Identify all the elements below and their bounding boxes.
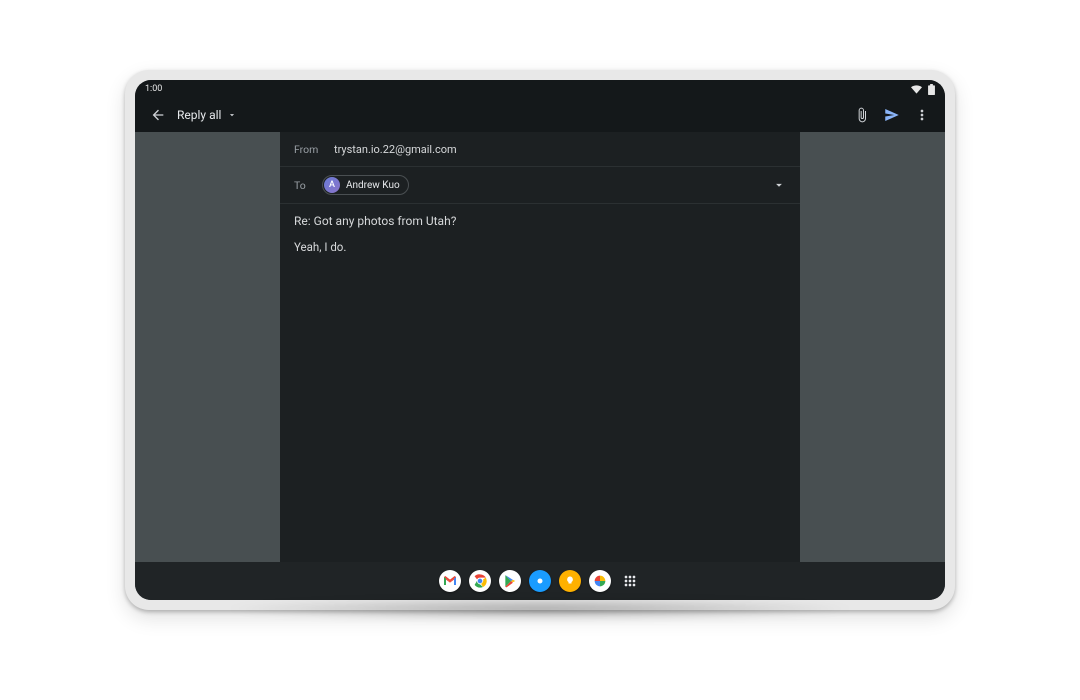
screen: 1:00 Reply all [135, 80, 945, 600]
header-title: Reply all [177, 108, 221, 122]
from-label: From [294, 143, 324, 156]
app-header: Reply all [135, 98, 945, 132]
to-label: To [294, 179, 312, 192]
expand-recipients-button[interactable] [772, 178, 786, 192]
gmail-app-icon[interactable] [439, 570, 461, 592]
attach-button[interactable] [847, 100, 877, 130]
from-row[interactable]: From trystan.io.22@gmail.com [280, 132, 800, 167]
status-bar: 1:00 [135, 80, 945, 98]
chrome-app-icon[interactable] [469, 570, 491, 592]
taskbar [135, 562, 945, 600]
tablet-frame: 1:00 Reply all [125, 70, 955, 610]
status-icons [911, 84, 935, 95]
recipient-chip[interactable]: A Andrew Kuo [322, 175, 409, 195]
recipient-name: Andrew Kuo [346, 180, 400, 191]
content-area: From trystan.io.22@gmail.com To A Andrew… [135, 132, 945, 600]
subject-field[interactable]: Re: Got any photos from Utah? [280, 204, 800, 236]
camera-app-icon[interactable] [529, 570, 551, 592]
wifi-icon [911, 85, 922, 94]
avatar: A [324, 177, 340, 193]
reply-mode-dropdown[interactable] [221, 100, 243, 130]
app-drawer-button[interactable] [619, 570, 641, 592]
play-store-app-icon[interactable] [499, 570, 521, 592]
more-button[interactable] [907, 100, 937, 130]
from-value: trystan.io.22@gmail.com [334, 143, 457, 156]
keep-app-icon[interactable] [559, 570, 581, 592]
body-field[interactable]: Yeah, I do. [280, 236, 800, 578]
compose-panel: From trystan.io.22@gmail.com To A Andrew… [280, 132, 800, 600]
to-row[interactable]: To A Andrew Kuo [280, 167, 800, 204]
status-time: 1:00 [145, 84, 162, 94]
send-button[interactable] [877, 100, 907, 130]
battery-icon [928, 84, 935, 95]
back-button[interactable] [143, 100, 173, 130]
photos-app-icon[interactable] [589, 570, 611, 592]
